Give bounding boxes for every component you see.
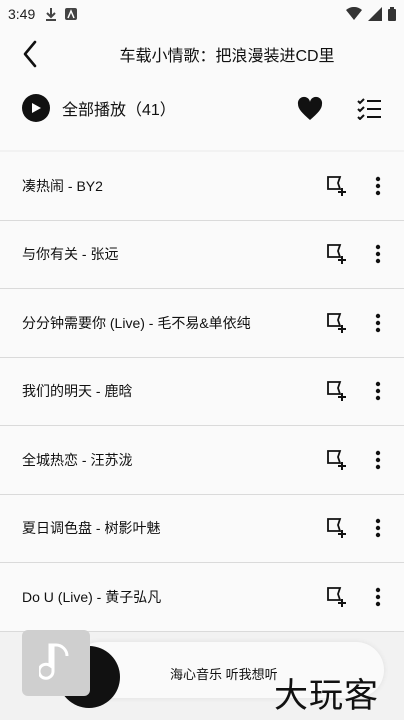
more-button[interactable] xyxy=(368,516,388,540)
more-button[interactable] xyxy=(368,585,388,609)
song-title: Do U (Live) - 黄子弘凡 xyxy=(22,588,162,605)
favorite-button[interactable] xyxy=(296,96,324,124)
song-row[interactable]: 我们的明天 - 鹿晗 xyxy=(0,357,404,426)
add-to-playlist-button[interactable] xyxy=(324,311,348,335)
header: 车载小情歌：把浪漫装进CD里 全部播放（41） xyxy=(0,28,404,150)
more-button[interactable] xyxy=(368,242,388,266)
song-row[interactable]: 分分钟需要你 (Live) - 毛不易&单依纯 xyxy=(0,289,404,358)
more-vertical-icon xyxy=(375,176,381,195)
battery-icon xyxy=(388,7,396,21)
signal-icon xyxy=(368,7,382,21)
song-title: 全城热恋 - 汪苏泷 xyxy=(22,451,133,468)
song-row[interactable]: 夏日调色盘 - 树影叶魅 xyxy=(0,494,404,563)
wifi-icon xyxy=(346,7,362,20)
add-to-playlist-button[interactable] xyxy=(324,585,348,609)
mini-player-text: 海心音乐 听我想听 xyxy=(170,667,278,682)
more-vertical-icon xyxy=(375,450,381,469)
song-row[interactable]: 全城热恋 - 汪苏泷 xyxy=(0,426,404,495)
more-button[interactable] xyxy=(368,311,388,335)
play-all-button[interactable]: 全部播放（41） xyxy=(22,94,176,122)
more-vertical-icon xyxy=(375,519,381,538)
song-row[interactable]: 与你有关 - 张远 xyxy=(0,220,404,289)
music-note-icon xyxy=(39,643,69,680)
download-icon xyxy=(46,8,57,21)
play-icon xyxy=(22,94,50,122)
add-to-playlist-button[interactable] xyxy=(324,174,348,198)
status-left-icons xyxy=(45,7,78,21)
multi-select-button[interactable] xyxy=(356,96,384,124)
more-button[interactable] xyxy=(368,448,388,472)
add-to-playlist-button[interactable] xyxy=(324,516,348,540)
status-time: 3:49 xyxy=(8,6,36,22)
song-title: 凑热闹 - BY2 xyxy=(22,177,103,194)
song-title: 夏日调色盘 - 树影叶魅 xyxy=(22,520,161,537)
play-all-label: 全部播放（41） xyxy=(62,102,176,119)
more-vertical-icon xyxy=(375,382,381,401)
song-title: 分分钟需要你 (Live) - 毛不易&单依纯 xyxy=(22,314,251,331)
more-vertical-icon xyxy=(375,313,381,332)
add-to-playlist-icon xyxy=(327,449,346,470)
add-to-playlist-icon xyxy=(327,312,346,333)
back-arrow-icon xyxy=(23,40,37,68)
album-cover[interactable] xyxy=(22,630,90,696)
status-right-icons xyxy=(346,7,396,21)
song-list: 凑热闹 - BY2 与你有关 - 张远 分分钟需要你 (Live) - 毛不易&… xyxy=(0,152,404,632)
more-button[interactable] xyxy=(368,174,388,198)
more-button[interactable] xyxy=(368,379,388,403)
add-to-playlist-icon xyxy=(327,244,346,265)
add-to-playlist-icon xyxy=(327,518,346,539)
add-to-playlist-button[interactable] xyxy=(324,242,348,266)
add-to-playlist-icon xyxy=(327,175,346,196)
back-button[interactable] xyxy=(14,38,46,70)
add-to-playlist-button[interactable] xyxy=(324,379,348,403)
app-notification-icon xyxy=(65,8,78,20)
more-vertical-icon xyxy=(375,587,381,606)
add-to-playlist-button[interactable] xyxy=(324,448,348,472)
song-title: 与你有关 - 张远 xyxy=(22,246,119,263)
page-title: 车载小情歌：把浪漫装进CD里 xyxy=(119,48,335,65)
status-bar: 3:49 xyxy=(0,0,404,28)
checklist-icon xyxy=(357,98,381,121)
heart-icon xyxy=(297,96,323,120)
song-row[interactable]: Do U (Live) - 黄子弘凡 xyxy=(0,563,404,632)
song-row[interactable]: 凑热闹 - BY2 xyxy=(0,152,404,221)
add-to-playlist-icon xyxy=(327,586,346,607)
more-vertical-icon xyxy=(375,245,381,264)
watermark: 大玩客 xyxy=(274,676,379,716)
song-title: 我们的明天 - 鹿晗 xyxy=(22,383,133,400)
add-to-playlist-icon xyxy=(327,381,346,402)
